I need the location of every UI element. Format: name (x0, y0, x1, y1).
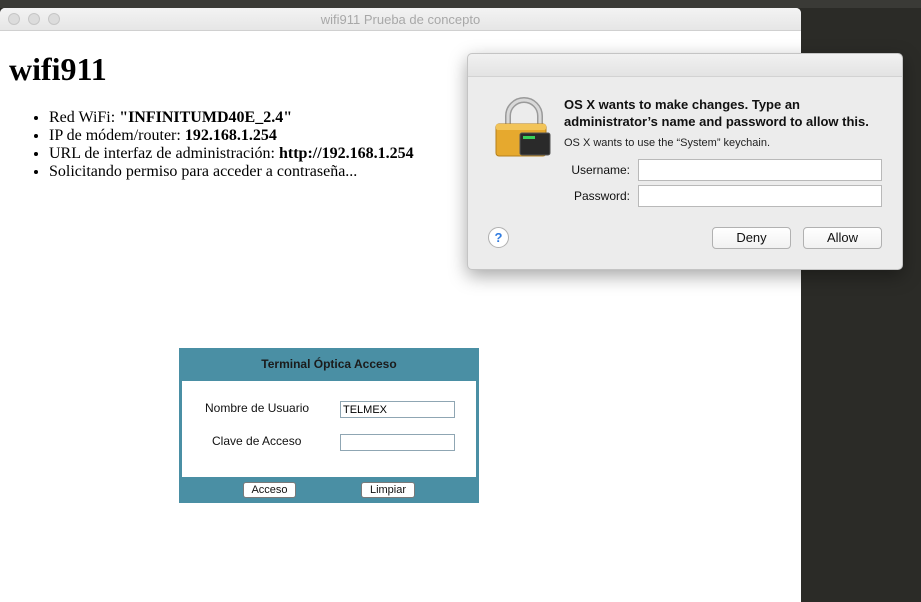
dialog-subtext: OS X wants to use the “System” keychain. (564, 137, 771, 149)
password-label: Password: (573, 189, 630, 203)
ont-login-panel: Terminal Óptica Acceso Nombre de Usuario… (179, 348, 479, 503)
info-list: Red WiFi: "INFINITUMD40E_2.4" IP de móde… (9, 109, 414, 181)
window-titlebar[interactable]: wifi911 Prueba de concepto (0, 8, 801, 31)
ont-password-label: Clave de Acceso (212, 434, 302, 448)
list-item-wifi: Red WiFi: "INFINITUMD40E_2.4" (49, 109, 414, 127)
password-input[interactable] (638, 185, 882, 207)
url-label: URL de interfaz de administración: (49, 145, 279, 162)
clear-button[interactable]: Limpiar (361, 482, 415, 498)
url-value: http://192.168.1.254 (279, 145, 414, 162)
username-input[interactable] (638, 159, 882, 181)
dialog-heading: OS X wants to make changes. Type an admi… (564, 97, 869, 129)
desktop-background (0, 0, 921, 8)
lock-icon (494, 96, 554, 160)
ip-value: 192.168.1.254 (184, 127, 277, 144)
allow-button[interactable]: Allow (803, 227, 882, 249)
ont-username-label: Nombre de Usuario (205, 401, 310, 415)
list-item-ip: IP de módem/router: 192.168.1.254 (49, 127, 414, 145)
wifi-value: "INFINITUMD40E_2.4" (119, 109, 293, 126)
ont-panel-title: Terminal Óptica Acceso (261, 357, 397, 371)
window-title: wifi911 Prueba de concepto (320, 12, 481, 27)
ont-form: Nombre de Usuario Clave de Acceso (182, 381, 476, 477)
auth-dialog: OS X wants to make changes. Type an admi… (467, 53, 903, 270)
list-item-url: URL de interfaz de administración: http:… (49, 145, 414, 163)
status-text: Solicitando permiso para acceder a contr… (49, 163, 358, 180)
dialog-titlebar (468, 54, 902, 77)
ip-label: IP de módem/router: (49, 127, 185, 144)
help-icon[interactable]: ? (488, 227, 509, 248)
username-label: Username: (571, 163, 630, 177)
page-heading: wifi911 (9, 51, 107, 87)
deny-button[interactable]: Deny (712, 227, 791, 249)
access-button[interactable]: Acceso (243, 482, 296, 498)
wifi-label: Red WiFi: (49, 109, 120, 126)
ont-username-input[interactable] (340, 401, 455, 418)
list-item-status: Solicitando permiso para acceder a contr… (49, 163, 414, 181)
ont-password-input[interactable] (340, 434, 455, 451)
